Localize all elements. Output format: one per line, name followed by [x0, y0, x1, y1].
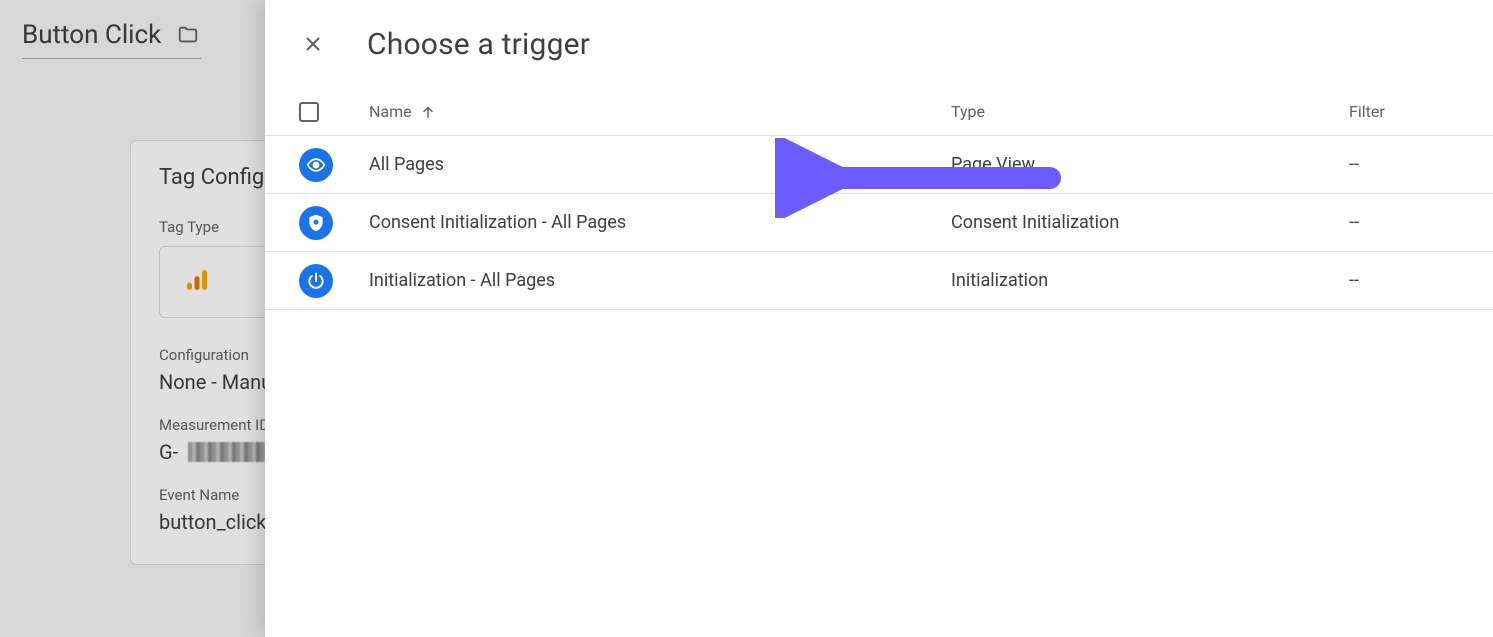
column-filter-label: Filter [1349, 102, 1385, 121]
arrow-up-icon [420, 104, 436, 120]
trigger-name: All Pages [369, 154, 444, 175]
trigger-name: Initialization - All Pages [369, 270, 555, 291]
choose-trigger-panel: Choose a trigger Name Type Filter [265, 0, 1493, 637]
trigger-type: Initialization [951, 270, 1048, 291]
column-header-name[interactable]: Name [369, 102, 951, 121]
close-icon [302, 33, 324, 55]
trigger-name: Consent Initialization - All Pages [369, 212, 626, 233]
trigger-type: Page View [951, 154, 1035, 175]
trigger-row-consent-init[interactable]: Consent Initialization - All Pages Conse… [265, 194, 1493, 252]
close-button[interactable] [299, 30, 327, 58]
column-header-filter[interactable]: Filter [1349, 102, 1459, 121]
column-type-label: Type [951, 102, 985, 121]
trigger-type: Consent Initialization [951, 212, 1119, 233]
eye-icon [299, 148, 333, 182]
trigger-filter: -- [1349, 212, 1359, 233]
trigger-row-init[interactable]: Initialization - All Pages Initializatio… [265, 252, 1493, 310]
panel-title: Choose a trigger [367, 27, 590, 62]
trigger-filter: -- [1349, 270, 1359, 291]
column-header-type[interactable]: Type [951, 102, 1349, 121]
shield-icon [299, 206, 333, 240]
trigger-table-header: Name Type Filter [265, 88, 1493, 136]
trigger-row-all-pages[interactable]: All Pages Page View -- [265, 136, 1493, 194]
column-name-label: Name [369, 102, 412, 121]
trigger-filter: -- [1349, 154, 1359, 175]
select-all-checkbox[interactable] [299, 102, 319, 122]
panel-header: Choose a trigger [265, 0, 1493, 88]
power-icon [299, 264, 333, 298]
